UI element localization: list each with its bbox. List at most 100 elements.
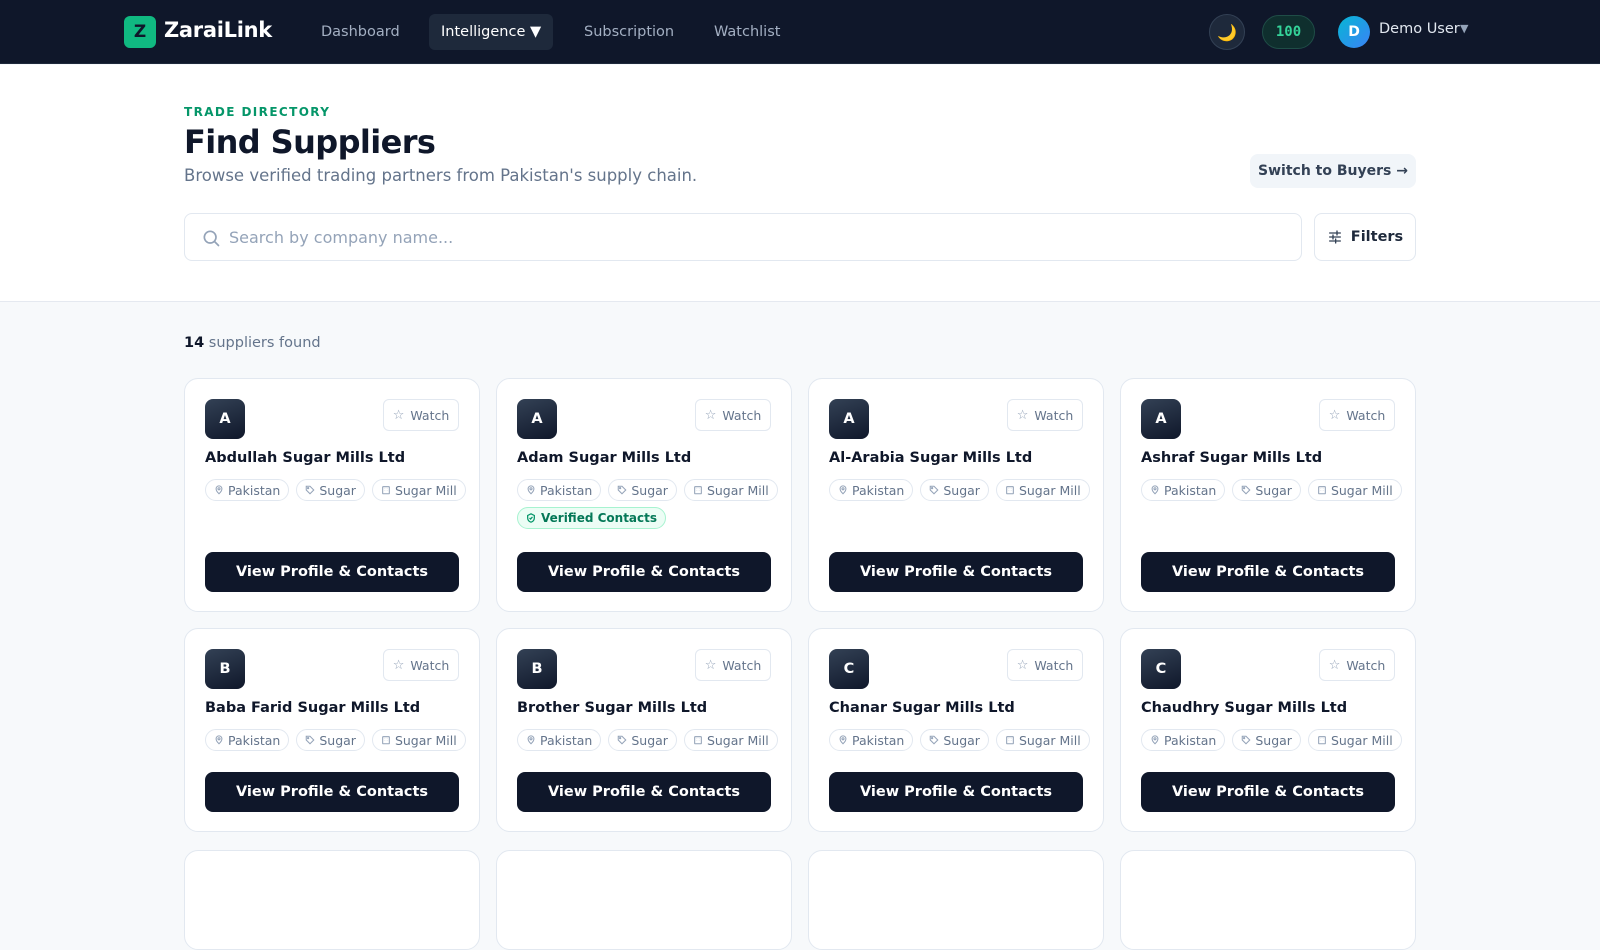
supplier-card: C ☆ Watch Chaudhry Sugar Mills Ltd Pakistan S… [1120,628,1416,832]
company-avatar: A [517,399,557,439]
product-label: Sugar [631,732,668,748]
filters-button[interactable]: Filters [1314,213,1416,261]
supplier-card [1120,850,1416,950]
view-profile-button[interactable]: View Profile & Contacts [829,552,1083,592]
search-input[interactable] [229,214,1289,260]
theme-toggle-button[interactable]: 🌙 [1209,14,1245,50]
company-name: Abdullah Sugar Mills Ltd [205,450,406,466]
company-name: Adam Sugar Mills Ltd [517,450,692,466]
company-avatar: B [205,649,245,689]
watch-button[interactable]: ☆ Watch [695,399,771,431]
map-pin-icon [214,735,224,745]
search-box[interactable] [184,213,1302,261]
product-label: Sugar [319,732,356,748]
watch-label: Watch [410,657,450,673]
star-icon: ☆ [1328,657,1341,673]
logo-badge[interactable]: Z [124,16,156,48]
verified-contacts-badge: Verified Contacts [517,507,667,529]
brand-name[interactable]: ZaraiLink [164,18,272,42]
star-icon: ☆ [392,657,405,673]
nav-link-watchlist[interactable]: Watchlist [702,14,792,50]
product-label: Sugar [943,732,980,748]
tag-icon [1241,735,1251,745]
company-tags: Pakistan Sugar Sugar Mill [517,479,778,501]
tag-icon [1241,485,1251,495]
building-icon [1317,485,1327,495]
view-profile-button[interactable]: View Profile & Contacts [517,772,771,812]
tag-icon [617,735,627,745]
product-label: Sugar [943,482,980,498]
product-tag: Sugar [1232,479,1301,501]
company-name: Chanar Sugar Mills Ltd [829,700,1015,716]
moon-icon: 🌙 [1217,22,1237,42]
shield-check-icon [527,513,535,523]
view-profile-button[interactable]: View Profile & Contacts [205,552,459,592]
tag-icon [929,735,939,745]
user-avatar[interactable]: D [1338,16,1370,48]
star-icon: ☆ [1016,657,1029,673]
company-tags: Pakistan Sugar Sugar Mill [1141,479,1402,501]
nav-link-subscription[interactable]: Subscription [572,14,686,50]
watch-button[interactable]: ☆ Watch [1319,399,1395,431]
map-pin-icon [526,735,536,745]
supplier-card: C ☆ Watch Chanar Sugar Mills Ltd Pakistan Sug… [808,628,1104,832]
watch-label: Watch [1034,407,1074,423]
product-tag: Sugar [608,479,677,501]
view-profile-button[interactable]: View Profile & Contacts [1141,552,1395,592]
map-pin-icon [214,485,224,495]
company-tags: Pakistan Sugar Sugar Mill [829,479,1090,501]
watch-button[interactable]: ☆ Watch [695,649,771,681]
chevron-down-icon[interactable]: ▼ [1460,22,1468,35]
product-tag: Sugar [296,479,365,501]
credits-badge: 100 [1262,15,1315,49]
supplier-card [496,850,792,950]
watch-label: Watch [1346,407,1386,423]
filters-label: Filters [1350,229,1404,245]
section-eyebrow: TRADE DIRECTORY [184,105,331,119]
location-tag: Pakistan [1141,479,1226,501]
watch-button[interactable]: ☆ Watch [1007,399,1083,431]
watch-button[interactable]: ☆ Watch [1319,649,1395,681]
nav-link-dashboard[interactable]: Dashboard [309,14,412,50]
view-profile-button[interactable]: View Profile & Contacts [517,552,771,592]
map-pin-icon [838,735,848,745]
star-icon: ☆ [704,657,717,673]
verified-label: Verified Contacts [541,511,658,525]
building-icon [381,735,391,745]
star-icon: ☆ [1328,407,1341,423]
view-profile-button[interactable]: View Profile & Contacts [205,772,459,812]
watch-label: Watch [1034,657,1074,673]
star-icon: ☆ [1016,407,1029,423]
page-title: Find Suppliers [184,123,436,161]
sliders-icon [1328,230,1341,244]
results-count-suffix: suppliers found [204,335,321,351]
location-label: Pakistan [1164,732,1217,748]
location-tag: Pakistan [829,479,914,501]
supplier-card: A ☆ Watch Abdullah Sugar Mills Ltd Pakistan S… [184,378,480,612]
location-label: Pakistan [1164,482,1217,498]
view-profile-button[interactable]: View Profile & Contacts [1141,772,1395,812]
star-icon: ☆ [704,407,717,423]
page-subtitle: Browse verified trading partners from Pa… [184,166,698,185]
watch-label: Watch [722,407,762,423]
building-icon [693,735,703,745]
user-name[interactable]: Demo User [1379,21,1460,37]
location-tag: Pakistan [205,479,290,501]
company-avatar: B [517,649,557,689]
business-type-tag: Sugar Mill [683,729,778,751]
view-profile-button[interactable]: View Profile & Contacts [829,772,1083,812]
nav-link-intelligence[interactable]: Intelligence ▼ [429,14,554,50]
location-label: Pakistan [852,482,905,498]
watch-button[interactable]: ☆ Watch [383,399,459,431]
business-type-label: Sugar Mill [1330,482,1393,498]
company-name: Al-Arabia Sugar Mills Ltd [829,450,1033,466]
watch-button[interactable]: ☆ Watch [1007,649,1083,681]
location-tag: Pakistan [205,729,290,751]
switch-to-buyers-button[interactable]: Switch to Buyers → [1250,154,1416,188]
company-name: Chaudhry Sugar Mills Ltd [1141,700,1348,716]
building-icon [381,485,391,495]
product-label: Sugar [631,482,668,498]
business-type-label: Sugar Mill [394,482,457,498]
watch-button[interactable]: ☆ Watch [383,649,459,681]
star-icon: ☆ [392,407,405,423]
